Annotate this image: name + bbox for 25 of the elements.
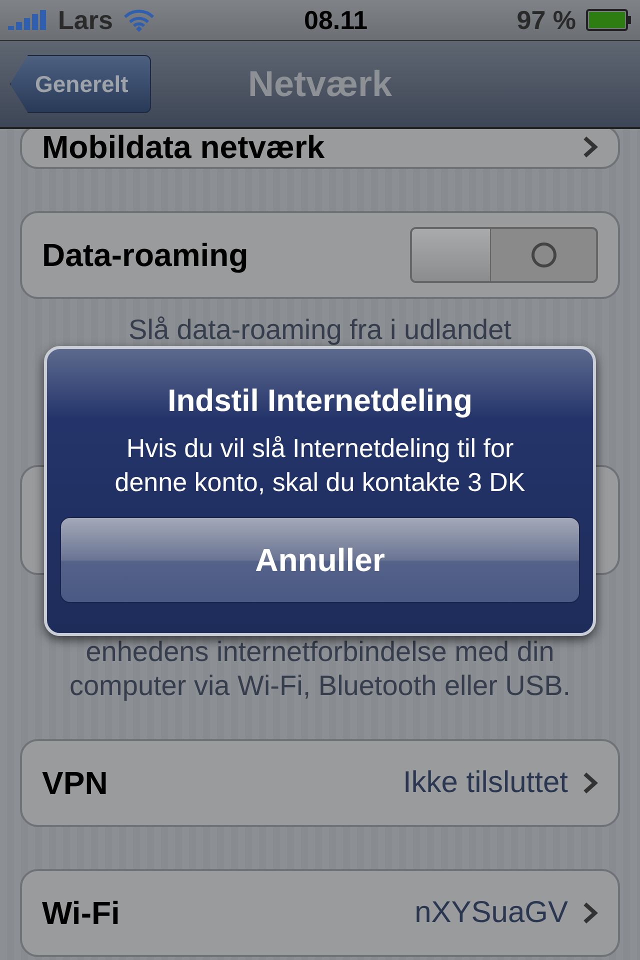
row-label: Data-roaming <box>42 236 248 274</box>
list-row[interactable]: Wi-Fi nXYSuaGV <box>20 869 620 957</box>
cancel-button[interactable]: Annuller <box>60 517 580 603</box>
battery-percent: 97 % <box>516 4 576 36</box>
chevron-icon <box>582 901 598 925</box>
toggle-switch[interactable] <box>410 227 598 283</box>
footer-text: Slå data-roaming fra i udlandet <box>128 313 512 347</box>
nav-title: Netværk <box>248 63 392 104</box>
chevron-icon <box>582 771 598 795</box>
carrier-name: Lars <box>58 4 113 36</box>
footer-text: enhedens internetforbindelse med din computer via Wi-Fi, Bluetooth eller USB. <box>68 635 572 703</box>
wifi-icon <box>122 8 155 32</box>
clock-time: 08.11 <box>304 4 368 36</box>
battery-icon <box>586 9 632 31</box>
alert-title: Indstil Internetdeling <box>168 383 472 419</box>
alert-message: Hvis du vil slå Internetdeling til for denne konto, skal du kontakte 3 DK <box>114 432 526 499</box>
row-label: VPN <box>42 764 108 802</box>
off-mark-icon <box>528 240 558 270</box>
list-row[interactable]: VPN Ikke tilsluttet <box>20 739 620 827</box>
row-label: Mobildata netværk <box>42 128 325 166</box>
row-value: Ikke tilsluttet <box>402 766 568 800</box>
row-value: nXYSuaGV <box>414 896 568 930</box>
chevron-icon <box>582 135 598 159</box>
row-label: Wi-Fi <box>42 894 120 932</box>
signal-icon <box>8 10 48 30</box>
